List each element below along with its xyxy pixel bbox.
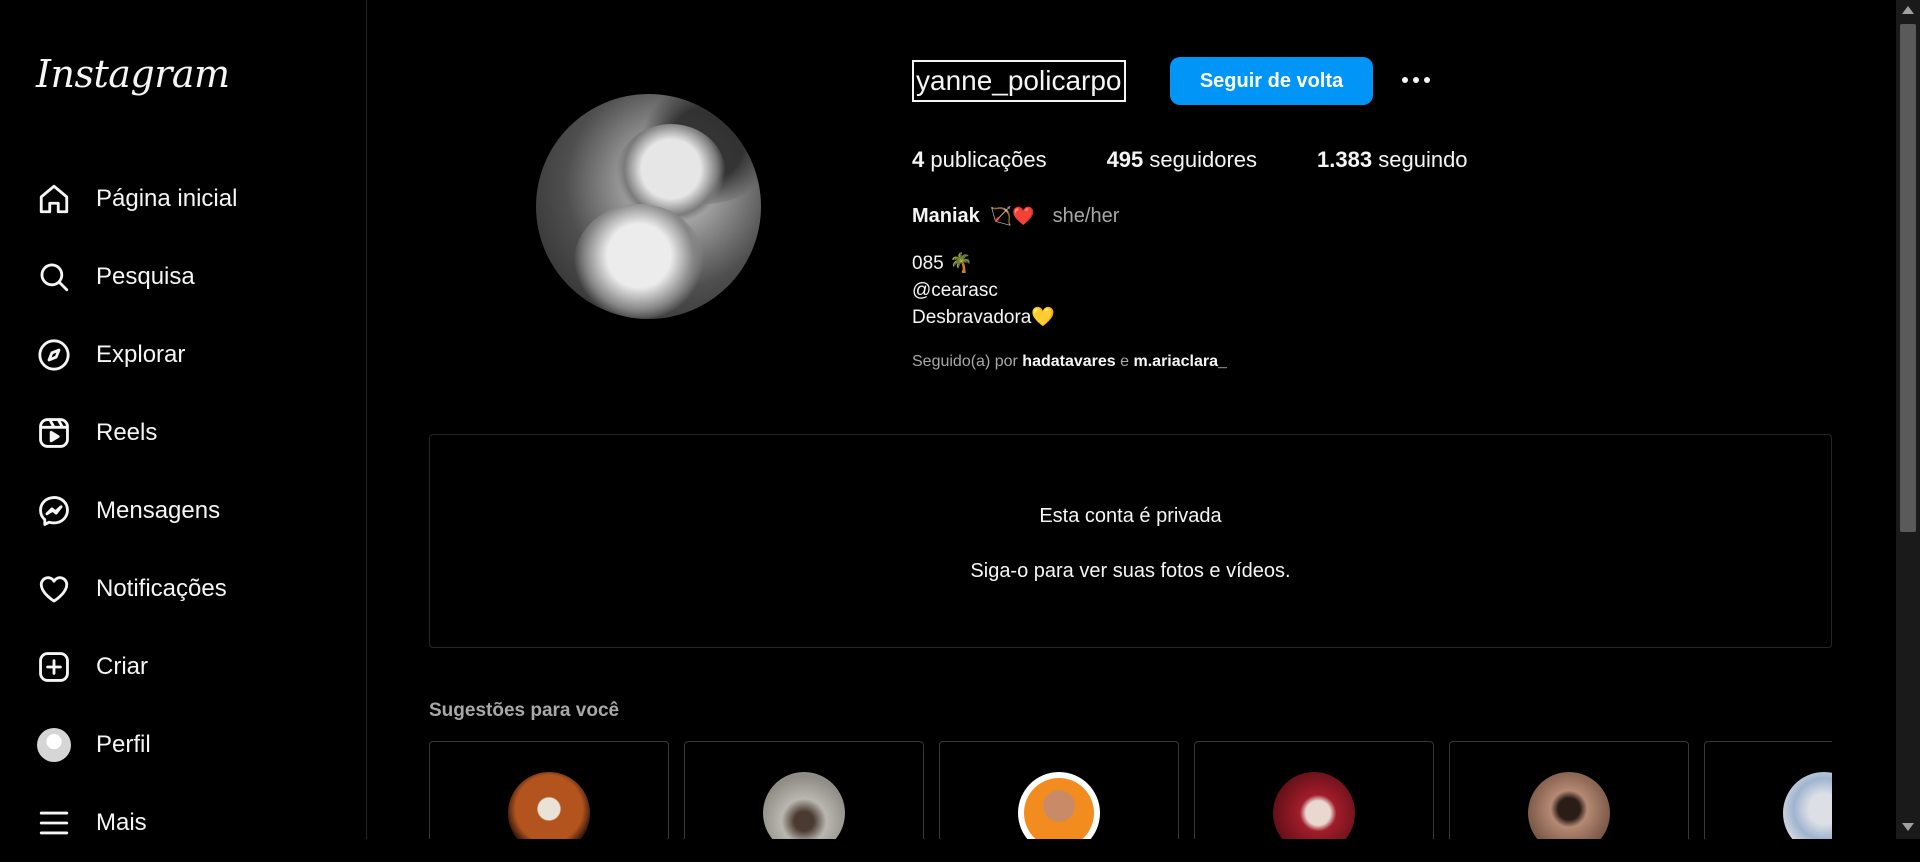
private-subtitle: Siga-o para ver suas fotos e vídeos.	[970, 560, 1291, 582]
bio-line: 085 🌴	[912, 253, 973, 274]
profile-stats: 4 publicações 495 seguidores 1.383 segui…	[912, 147, 1528, 173]
suggestion-card[interactable]	[1704, 741, 1832, 839]
suggestion-card[interactable]	[1449, 741, 1689, 839]
page-scrollbar[interactable]	[1896, 0, 1920, 839]
sidebar-item-label: Notificações	[96, 575, 227, 602]
scrollbar-thumb[interactable]	[1900, 24, 1916, 532]
suggestion-avatar	[1528, 772, 1610, 839]
home-icon	[36, 181, 72, 217]
suggestion-avatar	[763, 772, 845, 839]
suggestions-carousel	[429, 741, 1832, 839]
heart-icon	[36, 571, 72, 607]
followed-by-text[interactable]: Seguido(a) por hadatavares e m.ariaclara…	[912, 353, 1227, 371]
profile-name-row: Maniak 🏹❤️ she/her	[912, 205, 1227, 228]
sidebar-item-explore[interactable]: Explorar	[0, 316, 367, 394]
follow-back-button[interactable]: Seguir de volta	[1170, 57, 1373, 105]
sidebar-item-create[interactable]: Criar	[0, 628, 367, 706]
sidebar-item-label: Explorar	[96, 341, 186, 368]
following-link[interactable]: 1.383 seguindo	[1317, 147, 1468, 173]
sidebar-item-label: Mensagens	[96, 497, 221, 524]
private-title: Esta conta é privada	[1039, 505, 1222, 527]
sidebar-item-profile[interactable]: Perfil	[0, 706, 367, 784]
profile-avatar-large[interactable]	[536, 94, 761, 319]
suggestion-card[interactable]	[429, 741, 669, 839]
sidebar-nav: Página inicial Pesquisa Explorar Reels M…	[0, 160, 367, 862]
search-icon	[36, 259, 72, 295]
sidebar-item-messages[interactable]: Mensagens	[0, 472, 367, 550]
suggestion-card[interactable]	[939, 741, 1179, 839]
profile-username[interactable]: yanne_policarpo	[911, 59, 1127, 103]
suggestion-card[interactable]	[1194, 741, 1434, 839]
sidebar-item-home[interactable]: Página inicial	[0, 160, 367, 238]
instagram-logo[interactable]: Instagram	[36, 52, 230, 96]
suggestions-title: Sugestões para você	[429, 700, 620, 721]
sidebar-item-label: Mais	[96, 809, 147, 836]
compass-icon	[36, 337, 72, 373]
profile-full-name: Maniak	[912, 205, 980, 227]
name-emojis: 🏹❤️	[989, 206, 1035, 226]
scroll-down-arrow-icon[interactable]	[1902, 823, 1914, 831]
sidebar-item-label: Pesquisa	[96, 263, 195, 290]
suggestion-avatar	[508, 772, 590, 839]
reels-icon	[36, 415, 72, 451]
sidebar-item-reels[interactable]: Reels	[0, 394, 367, 472]
sidebar-item-label: Criar	[96, 653, 148, 680]
sidebar-item-label: Reels	[96, 419, 158, 446]
profile-avatar	[36, 727, 72, 763]
sidebar-item-label: Perfil	[96, 731, 151, 758]
followers-link[interactable]: 495 seguidores	[1107, 147, 1257, 173]
messenger-icon	[36, 493, 72, 529]
sidebar-item-notifications[interactable]: Notificações	[0, 550, 367, 628]
scroll-up-arrow-icon[interactable]	[1902, 6, 1914, 14]
posts-count: 4 publicações	[912, 147, 1047, 172]
profile-pronouns: she/her	[1052, 205, 1120, 227]
bio-mention-link[interactable]: @cearasc	[912, 277, 1227, 304]
suggestion-avatar	[1273, 772, 1355, 839]
sidebar-item-label: Página inicial	[96, 185, 238, 212]
suggestion-avatar	[1018, 772, 1100, 839]
private-account-notice: Esta conta é privada Siga-o para ver sua…	[429, 434, 1832, 648]
followed-by-user[interactable]: hadatavares	[1022, 353, 1115, 370]
sidebar-item-search[interactable]: Pesquisa	[0, 238, 367, 316]
sidebar-item-more[interactable]: Mais	[0, 784, 367, 862]
profile-main: yanne_policarpo Seguir de volta 4 public…	[368, 0, 1898, 839]
profile-bio: Maniak 🏹❤️ she/her 085 🌴 @cearasc Desbra…	[912, 205, 1227, 371]
plus-square-icon	[36, 649, 72, 685]
sidebar: Instagram Página inicial Pesquisa Explor…	[0, 0, 367, 839]
menu-icon	[36, 805, 72, 841]
suggestion-card[interactable]	[684, 741, 924, 839]
bio-text: 085 🌴 @cearasc Desbravadora💛	[912, 250, 1227, 331]
more-options-icon[interactable]	[1396, 60, 1436, 100]
followed-by-user[interactable]: m.ariaclara_	[1134, 353, 1227, 370]
suggestion-avatar	[1783, 772, 1832, 839]
bio-line: Desbravadora💛	[912, 307, 1056, 328]
